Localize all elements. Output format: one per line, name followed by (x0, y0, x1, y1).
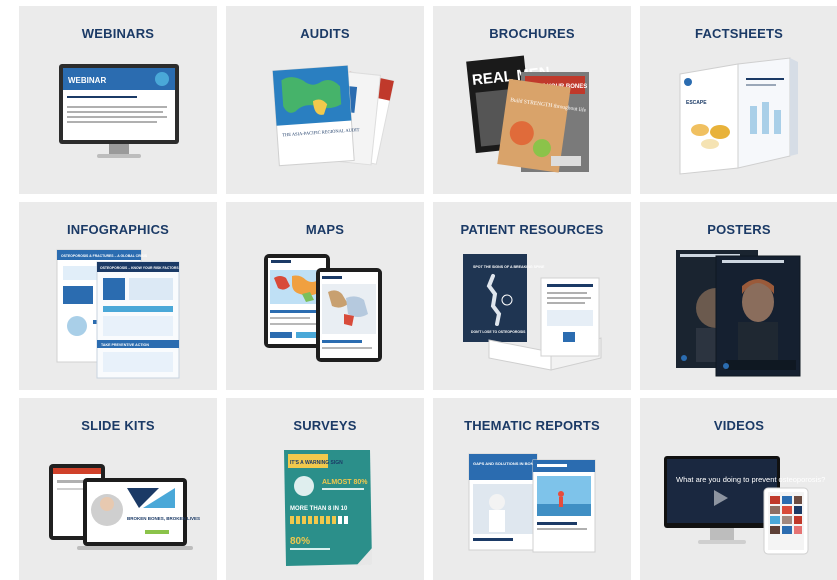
survey-stat-2: MORE THAN 8 IN 10 (290, 506, 348, 512)
map-tablets-icon (264, 254, 382, 362)
tile-infographics[interactable]: INFOGRAPHICS OSTEOPOROSIS & FRACTURES – … (19, 202, 217, 390)
webinar-label: WEBINAR (68, 76, 106, 85)
survey-stat-3: 80% (290, 536, 310, 547)
video-headline: What are you doing to prevent osteoporos… (676, 475, 825, 484)
tile-surveys[interactable]: SURVEYS IT'S A WARNING SIGN ALMOST 80% M… (226, 398, 424, 580)
patient-tagline: DON'T LOSE TO OSTEOPOROSIS (471, 330, 526, 334)
slidekit-title: BROKEN BONES, BROKEN LIVES (127, 516, 200, 521)
webinar-laptop-icon: WEBINAR (59, 64, 179, 158)
infographic-title-3: TAKE PREVENTIVE ACTION (101, 343, 149, 347)
audit-report-icon: THE ASIA-PACIFIC REGIONAL AUDIT (272, 65, 395, 167)
factsheet-title: ESCAPE (686, 100, 707, 106)
tile-brochures[interactable]: BROCHURES REAL MEN LOVE YOUR BONES Build… (433, 6, 631, 194)
survey-warning: IT'S A WARNING SIGN (290, 460, 343, 466)
resource-grid: WEBINARS WEBINAR AUDITS THE ASIA-PACIFIC… (19, 6, 837, 580)
infographic-title-2: OSTEOPOROSIS – KNOW YOUR RISK FACTORS (100, 266, 179, 270)
patient-headline: SPOT THE SIGNS OF A BREAKING SPINE (473, 265, 545, 269)
tile-slide-kits[interactable]: SLIDE KITS BROKEN BONES, BROKEN LIVES (19, 398, 217, 580)
patient-booklet-icon: SPOT THE SIGNS OF A BREAKING SPINE DON'T… (463, 254, 602, 371)
infographic-sheets-icon: OSTEOPOROSIS & FRACTURES – A GLOBAL CRIS… (56, 249, 180, 379)
survey-stat-1: ALMOST 80% (322, 479, 368, 486)
tile-thematic-reports[interactable]: THEMATIC REPORTS GAPS AND SOLUTIONS IN B… (433, 398, 631, 580)
infographic-title-1: OSTEOPOROSIS & FRACTURES – A GLOBAL CRIS… (61, 254, 148, 258)
thematic-report-icon: GAPS AND SOLUTIONS IN BONE HEALTH (468, 453, 596, 553)
brochure-stack-icon: REAL MEN LOVE YOUR BONES Build STRENGTH … (466, 55, 589, 173)
survey-poster-icon: IT'S A WARNING SIGN ALMOST 80% MORE THAN… (284, 450, 372, 566)
tile-patient-resources[interactable]: PATIENT RESOURCES SPOT THE SIGNS OF A BR… (433, 202, 631, 390)
slidekit-devices-icon: BROKEN BONES, BROKEN LIVES (49, 464, 200, 550)
video-monitor-icon: What are you doing to prevent osteoporos… (664, 456, 825, 555)
factsheet-folded-icon: ESCAPE (679, 57, 798, 175)
tile-factsheets[interactable]: FACTSHEETS ESCAPE (640, 6, 837, 194)
tile-audits[interactable]: AUDITS THE ASIA-PACIFIC REGIONAL AUDIT (226, 6, 424, 194)
tile-posters[interactable]: POSTERS (640, 202, 837, 390)
tile-videos[interactable]: VIDEOS What are you doing to prevent ost… (640, 398, 837, 580)
tile-maps[interactable]: MAPS (226, 202, 424, 390)
tile-webinars[interactable]: WEBINARS WEBINAR (19, 6, 217, 194)
poster-pair-icon (676, 250, 801, 377)
